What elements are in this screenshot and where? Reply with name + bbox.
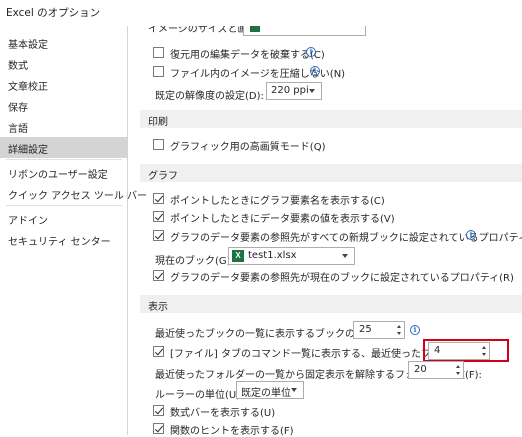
spin-up-icon[interactable] <box>482 346 486 349</box>
resolution-label: 既定の解像度の設定(D): <box>155 91 264 102</box>
show-function-tips-checkbox[interactable] <box>153 423 164 434</box>
sidebar-divider <box>6 159 122 160</box>
current-book-label: 現在のブック(G): <box>155 256 234 267</box>
sidebar-item-quick-access-toolbar[interactable]: クイック アクセス ツール バー <box>0 183 147 204</box>
ruler-units-label: ルーラーの単位(U) <box>155 390 241 401</box>
recent-folders-value: 20 <box>414 364 427 375</box>
no-compress-checkbox[interactable] <box>153 66 164 77</box>
recent-books-value: 25 <box>359 324 372 335</box>
sidebar-item-language[interactable]: 言語 <box>0 116 127 137</box>
info-icon[interactable]: i <box>310 66 320 76</box>
section-print: 印刷 <box>140 110 522 128</box>
show-data-values-label: ポイントしたときにデータ要素の値を表示する(V) <box>170 214 395 225</box>
show-formula-bar-checkbox[interactable] <box>153 405 164 416</box>
sidebar-item-advanced[interactable]: 詳細設定 <box>0 137 127 158</box>
resolution-select[interactable]: 220 ppi <box>266 82 322 100</box>
spin-up-icon[interactable] <box>397 325 401 328</box>
section-title: 表示 <box>148 302 168 313</box>
recent-folders-spinner[interactable]: 20 <box>408 361 464 379</box>
section-display: 表示 <box>140 295 522 313</box>
sidebar-divider <box>6 205 122 206</box>
current-book-value: test1.xlsx <box>248 250 297 261</box>
chevron-down-icon <box>291 388 297 392</box>
info-icon[interactable]: i <box>466 230 476 240</box>
info-icon[interactable]: i <box>410 325 420 335</box>
sidebar-item-trust-center[interactable]: セキュリティ センター <box>0 229 127 250</box>
image-size-book-select[interactable] <box>243 26 366 36</box>
quick-access-recent-spinner[interactable]: 4 <box>428 342 490 360</box>
spin-down-icon[interactable] <box>397 332 401 335</box>
excel-file-icon <box>250 26 260 32</box>
high-quality-graphics-label: グラフィック用の高画質モード(Q) <box>170 142 326 153</box>
discard-edit-data-checkbox[interactable] <box>153 47 164 58</box>
show-element-names-label: ポイントしたときにグラフ要素名を表示する(C) <box>170 196 385 207</box>
ruler-units-select[interactable]: 既定の単位 <box>236 381 304 399</box>
current-book-select[interactable]: X test1.xlsx <box>228 247 355 265</box>
show-formula-bar-label: 数式バーを表示する(U) <box>170 408 276 419</box>
spin-up-icon[interactable] <box>456 365 460 368</box>
excel-file-icon: X <box>232 250 244 262</box>
show-element-names-checkbox[interactable] <box>153 193 164 204</box>
recent-books-spinner[interactable]: 25 <box>353 321 405 339</box>
section-chart: グラフ <box>140 164 522 182</box>
sidebar-item-proofing[interactable]: 文章校正 <box>0 74 127 95</box>
properties-all-new-checkbox[interactable] <box>153 230 164 241</box>
quick-access-recent-value: 4 <box>434 345 441 356</box>
chevron-down-icon <box>342 254 348 258</box>
section-title: 印刷 <box>148 117 168 128</box>
image-size-header-partial: イメージのサイズと画質 <box>140 26 380 38</box>
section-title: グラフ <box>148 171 178 182</box>
spin-down-icon[interactable] <box>482 353 486 356</box>
quick-access-recent-checkbox[interactable] <box>153 346 164 357</box>
properties-current-label: グラフのデータ要素の参照先が現在のブックに設定されているプロパティ(R) <box>170 273 514 284</box>
sidebar-item-save[interactable]: 保存 <box>0 95 127 116</box>
image-size-label: イメージのサイズと画質 <box>148 26 258 35</box>
info-icon[interactable]: i <box>306 47 316 57</box>
sidebar-item-addins[interactable]: アドイン <box>0 208 127 229</box>
discard-edit-data-label: 復元用の編集データを破棄する(C) <box>170 50 325 61</box>
sidebar-item-customize-ribbon[interactable]: リボンのユーザー設定 <box>0 162 127 183</box>
window-title: Excel のオプション <box>0 0 522 26</box>
ruler-units-value: 既定の単位 <box>241 388 291 399</box>
chevron-down-icon <box>309 89 315 93</box>
spin-down-icon[interactable] <box>456 372 460 375</box>
sidebar-item-formulas[interactable]: 数式 <box>0 53 127 74</box>
resolution-value: 220 ppi <box>271 85 309 96</box>
properties-current-checkbox[interactable] <box>153 270 164 281</box>
high-quality-graphics-checkbox[interactable] <box>153 139 164 150</box>
recent-books-label: 最近使ったブックの一覧に表示するブックの数(R): <box>155 329 384 340</box>
options-sidebar: 基本設定 数式 文章校正 保存 言語 詳細設定 リボンのユーザー設定 クイック … <box>0 26 147 435</box>
sidebar-item-general[interactable]: 基本設定 <box>0 32 127 53</box>
show-data-values-checkbox[interactable] <box>153 211 164 222</box>
